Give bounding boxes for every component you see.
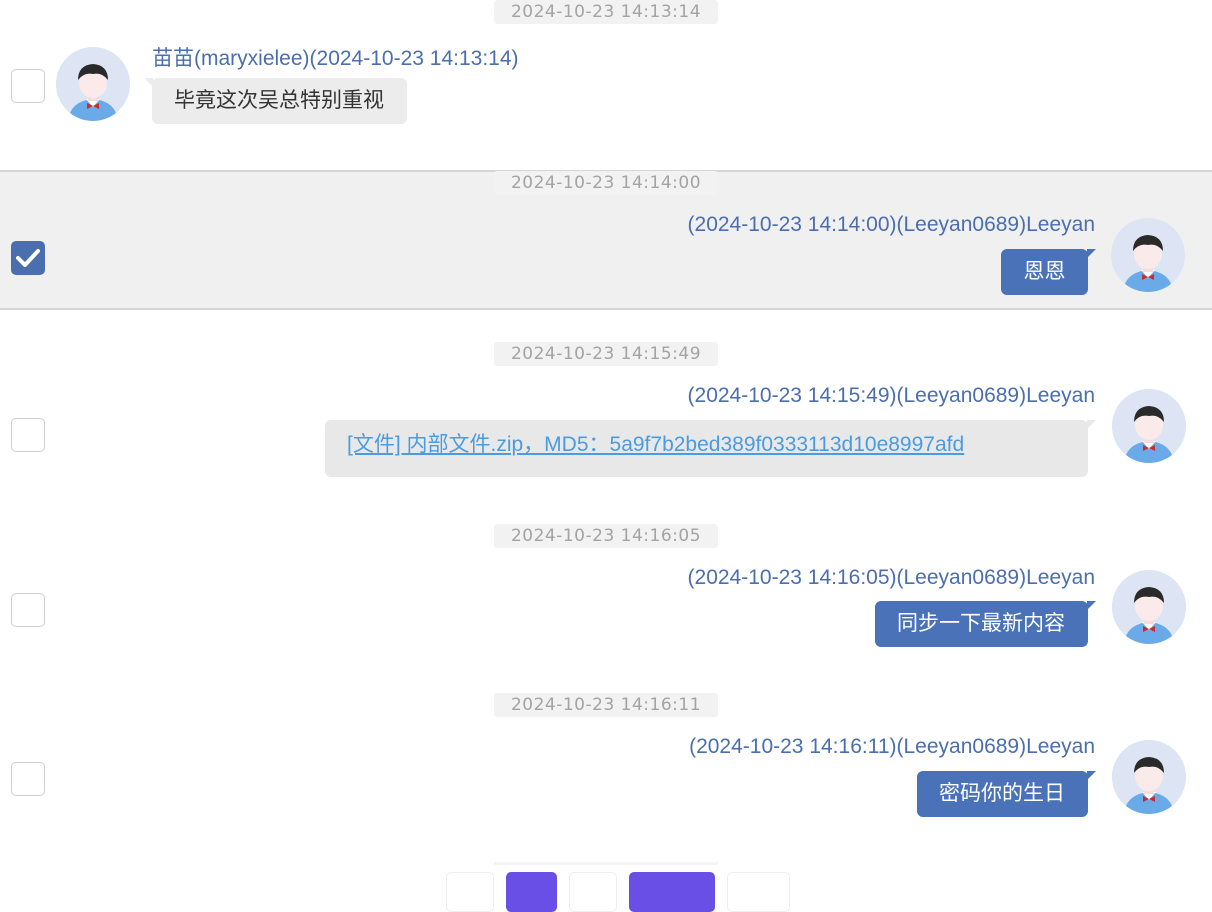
- user-avatar-icon: [56, 47, 130, 121]
- user-avatar-icon: [1111, 218, 1185, 292]
- message-select-checkbox[interactable]: [11, 593, 45, 627]
- avatar: [1112, 570, 1186, 644]
- file-message-bubble: [文件] 内部文件.zip，MD5：5a9f7b2bed389f0333113d…: [325, 420, 1088, 477]
- timestamp-divider: 2024-10-23 14:13:14: [494, 0, 718, 24]
- message-select-checkbox[interactable]: [11, 241, 45, 275]
- checkmark-icon: [16, 249, 40, 267]
- bubble-tail: [1087, 771, 1096, 780]
- sender-line: (2024-10-23 14:14:00)(Leeyan0689)Leeyan: [687, 213, 1095, 236]
- pager-divider: [494, 862, 718, 865]
- user-avatar-icon: [1112, 389, 1186, 463]
- bubble-tail: [1087, 601, 1096, 610]
- message-select-checkbox[interactable]: [11, 418, 45, 452]
- timestamp-divider: 2024-10-23 14:16:05: [494, 524, 718, 548]
- timestamp-divider: 2024-10-23 14:14:00: [494, 171, 718, 195]
- message-select-checkbox[interactable]: [11, 762, 45, 796]
- bubble-tail: [1087, 420, 1096, 429]
- bubble-tail: [1087, 249, 1096, 258]
- page-prev-button[interactable]: [446, 872, 494, 912]
- message-bubble: 同步一下最新内容: [875, 601, 1088, 647]
- message-bubble: 毕竟这次吴总特别重视: [152, 78, 407, 124]
- page-action-button[interactable]: [629, 872, 715, 912]
- page-button[interactable]: [569, 872, 617, 912]
- page-next-button[interactable]: [727, 872, 790, 912]
- avatar: [56, 47, 130, 121]
- avatar: [1111, 218, 1185, 292]
- message-select-checkbox[interactable]: [11, 69, 45, 103]
- avatar: [1112, 389, 1186, 463]
- sender-line: (2024-10-23 14:16:05)(Leeyan0689)Leeyan: [687, 566, 1095, 589]
- timestamp-divider: 2024-10-23 14:16:11: [494, 693, 718, 717]
- user-avatar-icon: [1112, 570, 1186, 644]
- message-bubble: 密码你的生日: [917, 771, 1088, 817]
- avatar: [1112, 740, 1186, 814]
- message-bubble: 恩恩: [1001, 249, 1088, 295]
- sender-line: (2024-10-23 14:16:11)(Leeyan0689)Leeyan: [689, 735, 1095, 758]
- file-link[interactable]: [文件] 内部文件.zip，MD5：5a9f7b2bed389f0333113d…: [347, 433, 964, 456]
- sender-line: 苗苗(maryxielee)(2024-10-23 14:13:14): [152, 47, 519, 70]
- page-button-active[interactable]: [506, 872, 557, 912]
- user-avatar-icon: [1112, 740, 1186, 814]
- sender-line: (2024-10-23 14:15:49)(Leeyan0689)Leeyan: [687, 384, 1095, 407]
- timestamp-divider: 2024-10-23 14:15:49: [494, 342, 718, 366]
